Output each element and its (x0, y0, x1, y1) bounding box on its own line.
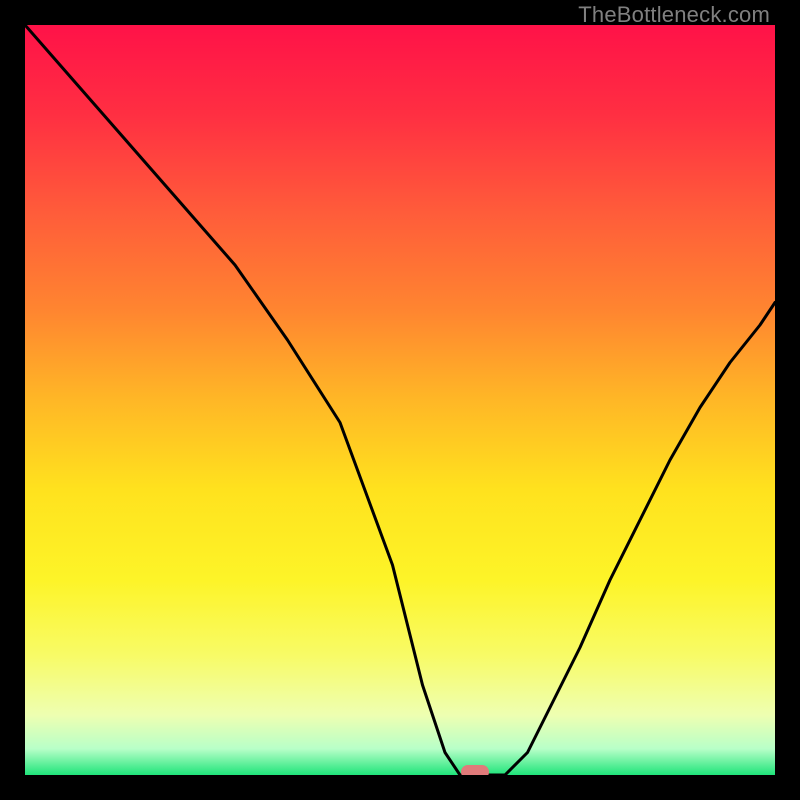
chart-background (25, 25, 775, 775)
chart-svg (25, 25, 775, 775)
chart-frame: TheBottleneck.com (0, 0, 800, 800)
optimum-marker (461, 765, 489, 775)
plot-area (25, 25, 775, 775)
watermark-text: TheBottleneck.com (578, 2, 770, 28)
